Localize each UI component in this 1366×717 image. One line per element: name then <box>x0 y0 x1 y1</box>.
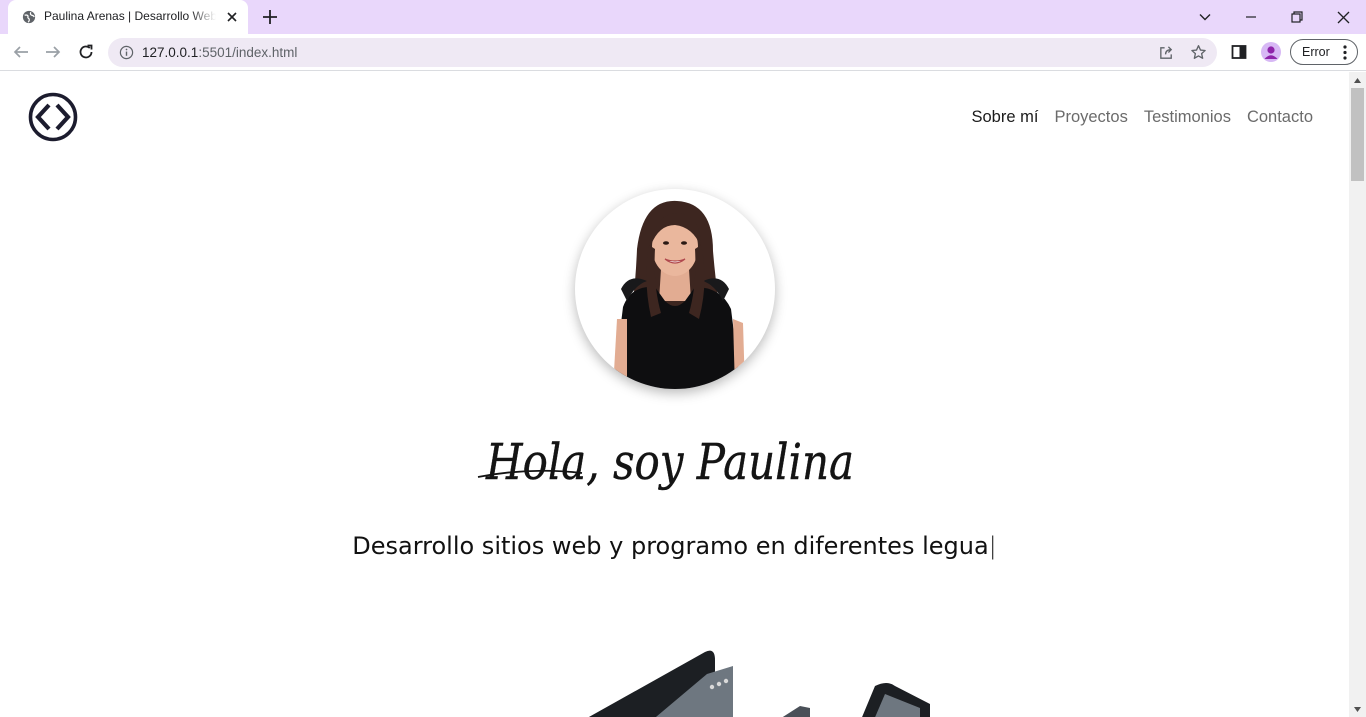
star-icon[interactable] <box>1190 44 1207 61</box>
globe-icon <box>22 10 36 24</box>
tagline: Desarrollo sitios web y programo en dife… <box>0 532 1349 560</box>
back-button[interactable] <box>9 40 33 64</box>
reload-icon <box>79 44 93 59</box>
side-panel-button[interactable] <box>1229 42 1249 62</box>
profile-photo-image <box>613 200 745 389</box>
back-icon <box>13 46 28 58</box>
tagline-text: Desarrollo sitios web y programo en dife… <box>352 532 989 560</box>
nav-proyectos[interactable]: Proyectos <box>1054 108 1127 127</box>
restore-icon <box>1291 11 1303 23</box>
chevron-down-icon <box>1199 14 1211 21</box>
forward-button[interactable] <box>41 40 65 64</box>
profile-avatar[interactable] <box>1261 42 1281 62</box>
address-bar[interactable]: 127.0.0.1:5501/index.html <box>108 38 1217 67</box>
main-nav: Sobre mí Proyectos Testimonios Contacto <box>972 108 1314 127</box>
tab-title: Paulina Arenas | Desarrollo Web <box>44 9 216 23</box>
scrollbar-thumb[interactable] <box>1351 88 1364 181</box>
side-panel-icon <box>1231 45 1247 59</box>
greeting-heading: Hola, soy Paulina <box>477 433 854 491</box>
share-icon[interactable] <box>1158 44 1175 61</box>
more-icon[interactable] <box>1343 45 1347 60</box>
nav-sobre-mi[interactable]: Sobre mí <box>972 108 1039 127</box>
minimize-button[interactable] <box>1228 0 1274 34</box>
developer-illustration <box>588 650 930 717</box>
info-icon[interactable] <box>119 45 134 60</box>
minimize-icon <box>1246 16 1256 18</box>
url-host: 127.0.0.1 <box>142 45 199 60</box>
url-path: :5501/index.html <box>198 45 298 60</box>
code-logo-icon[interactable] <box>28 92 78 142</box>
nav-testimonios[interactable]: Testimonios <box>1144 108 1231 127</box>
restore-button[interactable] <box>1274 0 1320 34</box>
greeting-text: Hola, soy Paulina <box>485 433 854 491</box>
scroll-down-icon[interactable] <box>1353 705 1362 714</box>
plus-icon[interactable] <box>260 7 280 27</box>
profile-error-label: Error <box>1302 45 1330 59</box>
vertical-scrollbar[interactable] <box>1349 72 1366 717</box>
close-icon[interactable] <box>224 9 240 25</box>
tab-strip: Paulina Arenas | Desarrollo Web <box>0 0 1366 34</box>
nav-contacto[interactable]: Contacto <box>1247 108 1313 127</box>
reload-button[interactable] <box>74 40 98 64</box>
profile-photo <box>575 189 775 389</box>
forward-icon <box>46 46 61 58</box>
close-window-button[interactable] <box>1320 0 1366 34</box>
browser-toolbar: 127.0.0.1:5501/index.html Error <box>0 34 1366 71</box>
profile-error-button[interactable]: Error <box>1290 39 1358 65</box>
url-text[interactable]: 127.0.0.1:5501/index.html <box>142 45 297 60</box>
page-viewport: Sobre mí Proyectos Testimonios Contacto <box>0 72 1349 717</box>
tab-search-button[interactable] <box>1182 0 1228 34</box>
browser-tab[interactable]: Paulina Arenas | Desarrollo Web <box>8 0 248 34</box>
typing-caret: | <box>988 532 997 560</box>
close-icon <box>1337 11 1349 23</box>
profile-icon <box>1264 46 1278 59</box>
scroll-up-icon[interactable] <box>1353 76 1362 85</box>
